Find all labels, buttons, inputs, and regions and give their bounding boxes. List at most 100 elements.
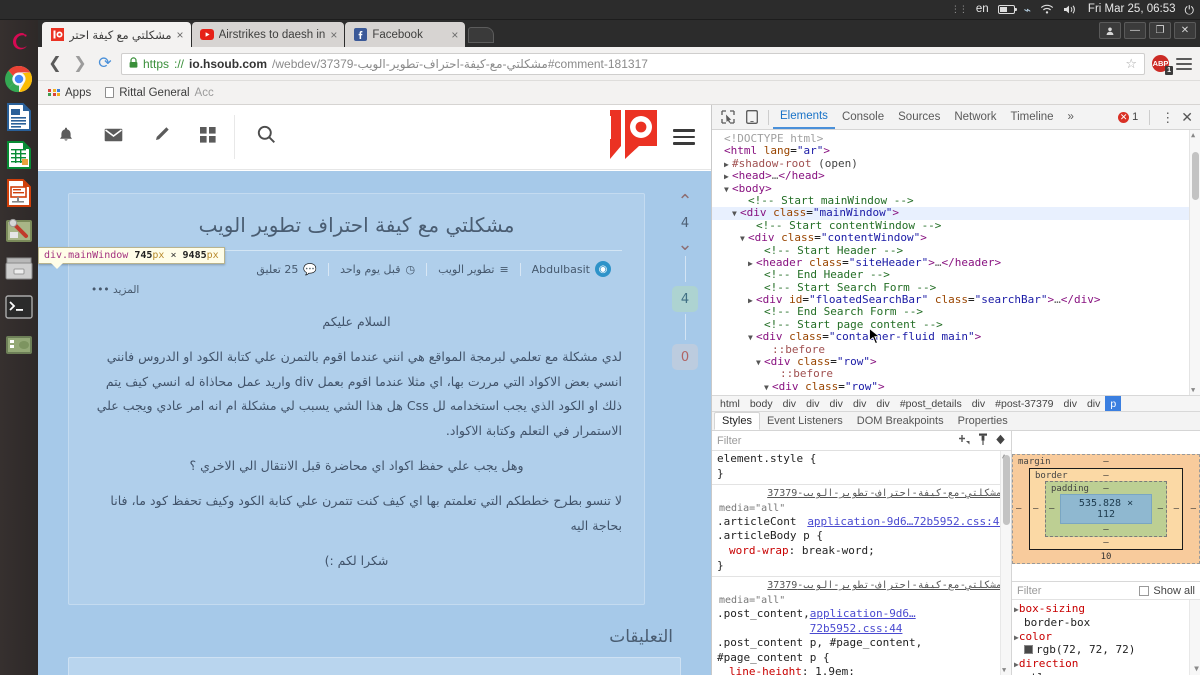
breadcrumb-item[interactable]: body xyxy=(745,396,778,411)
style-rule-selector-cont[interactable]: .articleBody p { xyxy=(717,529,1006,544)
box-model-padding[interactable]: padding – – – – 535.828 × 112 xyxy=(1045,481,1167,537)
style-rule[interactable]: element.style {} xyxy=(712,451,1011,482)
style-rule[interactable]: مشكلتي-مع-كيفة-احتراف-تطوير-الويب-37379m… xyxy=(712,577,1011,675)
volume-icon[interactable] xyxy=(1063,4,1079,15)
tab-elements[interactable]: Elements xyxy=(773,105,835,129)
battery-icon[interactable] xyxy=(998,5,1015,14)
browser-tab-2[interactable]: Airstrikes to daesh in × xyxy=(192,22,345,47)
dom-tree-scrollbar[interactable]: ▲ ▼ xyxy=(1189,130,1200,395)
breadcrumb-item[interactable]: div xyxy=(801,396,824,411)
devtools-menu-icon[interactable]: ⋮ xyxy=(1161,111,1174,124)
clock-label[interactable]: Fri Mar 25, 06:53 xyxy=(1088,4,1176,16)
style-rule-selector-cont[interactable]: .post_content p, #page_content, #page_co… xyxy=(717,636,1006,665)
search-icon[interactable] xyxy=(257,125,276,149)
computed-property-name[interactable]: ▶direction xyxy=(1012,657,1200,671)
bookmark-rittal[interactable]: Rittal General Acc xyxy=(105,87,213,99)
tab-styles[interactable]: Styles xyxy=(714,412,760,430)
wifi-icon[interactable] xyxy=(1040,4,1054,15)
new-style-rule-icon[interactable] xyxy=(959,434,971,448)
computed-filter-input[interactable]: Filter xyxy=(1017,585,1041,597)
google-chrome-launcher[interactable] xyxy=(2,62,36,96)
style-rule-selector[interactable]: .articleCont xyxy=(717,515,796,530)
margin-top-value[interactable]: – xyxy=(1013,457,1199,467)
padding-right-value[interactable]: – xyxy=(1158,504,1163,514)
user-profile-button[interactable] xyxy=(1099,22,1121,39)
border-bottom-value[interactable]: – xyxy=(1030,538,1182,548)
chevron-down-icon[interactable]: ⌄ xyxy=(677,236,692,254)
file-manager-launcher[interactable] xyxy=(2,252,36,286)
computed-property-name[interactable]: ▶color xyxy=(1012,630,1200,644)
maximize-button[interactable]: ❐ xyxy=(1149,22,1171,39)
breadcrumb-item[interactable]: div xyxy=(825,396,848,411)
box-model-content-size[interactable]: 535.828 × 112 xyxy=(1060,494,1152,524)
forward-button[interactable]: ❯ xyxy=(71,56,89,72)
site-menu-icon[interactable] xyxy=(673,129,695,145)
dots-indicator-icon[interactable]: ⋮⋮ xyxy=(951,4,967,15)
breadcrumb-item[interactable]: #post_details xyxy=(895,396,967,411)
address-bar[interactable]: https://io.hsoub.com/webdev/37379-مشكلتي… xyxy=(121,53,1145,75)
new-tab-button[interactable] xyxy=(468,27,494,43)
terminal-launcher[interactable] xyxy=(2,290,36,324)
breadcrumb-item[interactable]: div xyxy=(871,396,894,411)
wallet-launcher[interactable] xyxy=(2,328,36,362)
system-tools-launcher[interactable] xyxy=(2,214,36,248)
styles-scrollbar-thumb[interactable] xyxy=(1003,455,1010,525)
bell-icon[interactable] xyxy=(58,126,74,149)
grid-icon[interactable] xyxy=(200,127,216,148)
computed-scrollbar[interactable]: ▼ xyxy=(1189,600,1200,675)
breadcrumb-item[interactable]: div xyxy=(1059,396,1082,411)
styles-scrollbar[interactable]: ▲ ▼ xyxy=(1000,451,1011,675)
browser-tab-3[interactable]: Facebook × xyxy=(345,22,465,47)
article-category[interactable]: ≡ تطوير الويب xyxy=(427,263,520,276)
close-icon[interactable]: × xyxy=(177,29,184,41)
back-button[interactable]: ❮ xyxy=(46,56,64,72)
breadcrumb-item[interactable]: p xyxy=(1105,396,1121,411)
style-rule-stylesheet-link[interactable]: application-9d6…72b5952.css:44 xyxy=(807,515,1006,530)
style-rule-source[interactable]: مشكلتي-مع-كيفة-احتراف-تطوير-الويب-37379 xyxy=(717,578,1006,593)
margin-right-value[interactable]: – xyxy=(1191,504,1196,514)
close-window-button[interactable]: ✕ xyxy=(1174,22,1196,39)
envelope-icon[interactable] xyxy=(104,128,123,147)
element-states-icon[interactable] xyxy=(995,434,1006,448)
pin-icon[interactable] xyxy=(978,433,988,448)
tab-network[interactable]: Network xyxy=(947,105,1003,129)
tab-sources[interactable]: Sources xyxy=(891,105,947,129)
tab-dom-breakpoints[interactable]: DOM Breakpoints xyxy=(850,412,951,430)
padding-left-value[interactable]: – xyxy=(1049,504,1054,514)
bookmark-star-icon[interactable]: ☆ xyxy=(1125,56,1137,72)
libreoffice-calc-launcher[interactable] xyxy=(2,138,36,172)
computed-property-name[interactable]: ▶box-sizing xyxy=(1012,602,1200,616)
dom-tree[interactable]: <!DOCTYPE html><html lang="ar">▶#shadow-… xyxy=(712,130,1200,395)
style-rule[interactable]: مشكلتي-مع-كيفة-احتراف-تطوير-الويب-37379m… xyxy=(712,485,1011,574)
reload-button[interactable]: ⟳ xyxy=(96,56,114,72)
pencil-icon[interactable] xyxy=(153,126,170,148)
show-all-checkbox[interactable] xyxy=(1139,586,1149,596)
dom-tree-node[interactable]: ▶<head>…</head> xyxy=(712,170,1200,182)
power-icon[interactable]: ⏻ xyxy=(1185,4,1195,16)
style-rule-selector[interactable]: element.style { xyxy=(717,452,1006,467)
margin-bottom-value[interactable]: 10 xyxy=(1013,552,1199,562)
border-top-value[interactable]: – xyxy=(1030,471,1182,481)
io-hsoub-logo[interactable] xyxy=(597,110,659,165)
error-count-badge[interactable]: ✕ 1 xyxy=(1118,111,1138,123)
chrome-menu-icon[interactable] xyxy=(1176,58,1192,70)
close-icon[interactable]: × xyxy=(451,29,458,41)
debian-swirl-launcher[interactable] xyxy=(2,24,36,58)
article-comments-count[interactable]: 💬 25 تعليق xyxy=(245,263,328,276)
style-rule-stylesheet-link[interactable]: application-9d6…72b5952.css:44 xyxy=(810,607,1006,636)
breadcrumb-item[interactable]: html xyxy=(715,396,745,411)
adblock-plus-button[interactable]: ABP 1 xyxy=(1152,55,1169,72)
chevron-up-icon[interactable]: ⌃ xyxy=(677,193,692,211)
tab-properties[interactable]: Properties xyxy=(951,412,1015,430)
tab-timeline[interactable]: Timeline xyxy=(1004,105,1061,129)
breadcrumb-item[interactable]: #post-37379 xyxy=(990,396,1058,411)
breadcrumb-item[interactable]: div xyxy=(1082,396,1105,411)
keyboard-layout-indicator[interactable]: en xyxy=(976,4,989,16)
border-left-value[interactable]: – xyxy=(1033,504,1038,514)
breadcrumb-item[interactable]: div xyxy=(778,396,801,411)
libreoffice-impress-launcher[interactable] xyxy=(2,176,36,210)
style-declaration[interactable]: line-height: 1.9em; xyxy=(717,665,1006,675)
scroll-down-arrow[interactable]: ▼ xyxy=(1002,666,1006,674)
computed-properties-list[interactable]: ▶box-sizingborder-box▶colorrgb(72, 72, 7… xyxy=(1012,600,1200,675)
tab-console[interactable]: Console xyxy=(835,105,891,129)
